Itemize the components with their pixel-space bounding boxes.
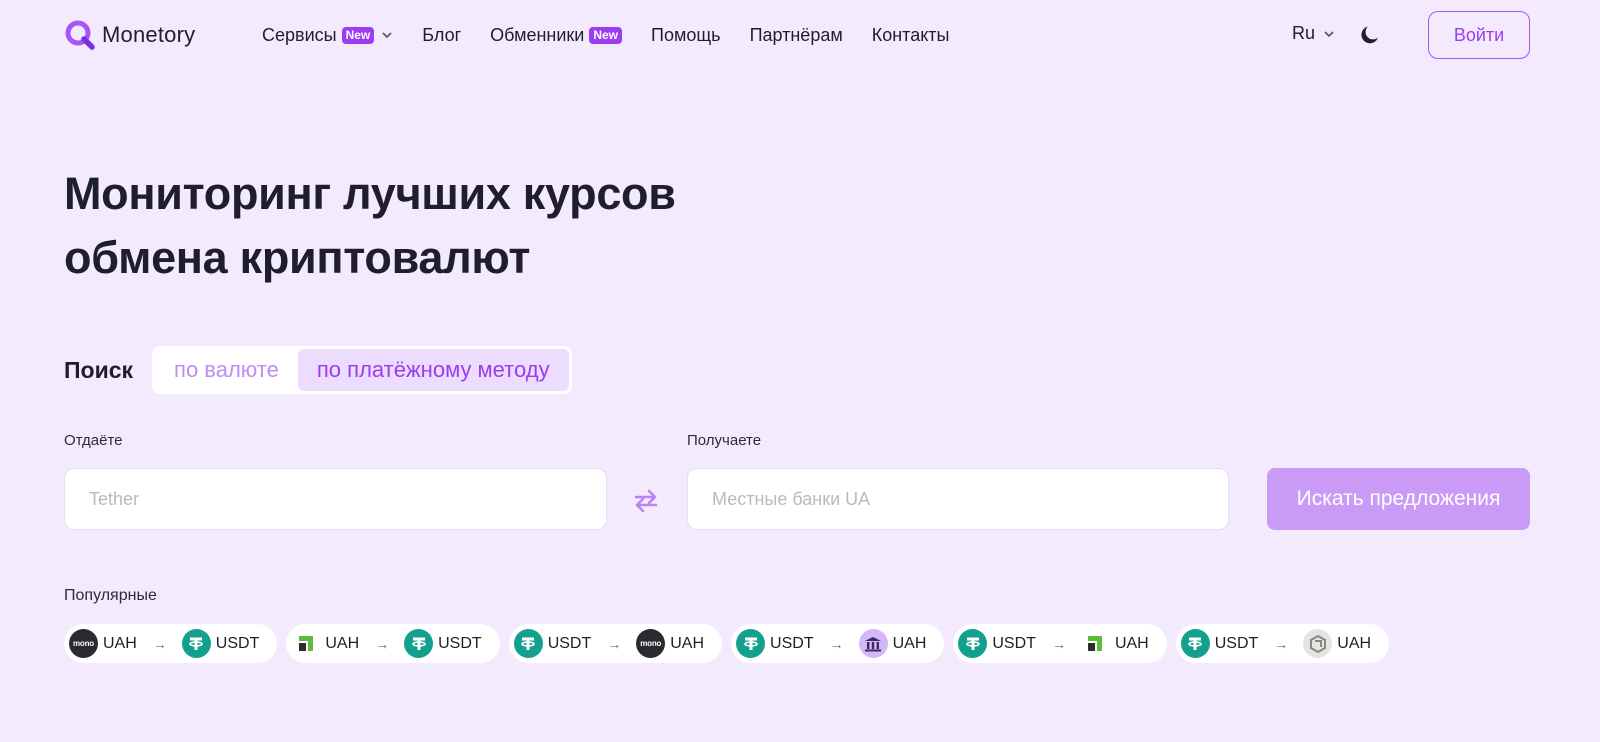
arrow-right-icon: → (829, 635, 844, 652)
header: Monetory Сервисы New Блог Обменники New … (0, 0, 1600, 72)
bank-icon (858, 629, 888, 658)
to-currency: USDT (215, 634, 260, 652)
give-placeholder: Tether (89, 488, 140, 509)
gear-bank-icon (1303, 629, 1333, 658)
to-currency: UAH (1114, 634, 1149, 652)
language-label: Ru (1292, 23, 1316, 43)
from-currency: USDT (1214, 634, 1259, 652)
main-nav: Сервисы New Блог Обменники New Помощь Па… (262, 22, 978, 48)
tether-icon (958, 629, 988, 658)
title-line-1: Мониторинг лучших курсов (64, 168, 676, 219)
popular-pair-chip[interactable]: USDT → UAH (731, 624, 945, 663)
nav-item-help[interactable]: Помощь (651, 22, 721, 48)
search-offers-button[interactable]: Искать предложения (1267, 468, 1530, 530)
login-button[interactable]: Войти (1428, 11, 1530, 59)
arrow-right-icon: → (1051, 635, 1066, 652)
privat-icon (291, 629, 320, 658)
tab-by-currency[interactable]: по валюте (155, 349, 298, 391)
give-field[interactable]: Tether (64, 468, 607, 530)
tether-icon (181, 629, 211, 658)
search-mode-toggle: по валюте по платёжному методу (152, 346, 572, 394)
nav-item-label: Помощь (651, 24, 721, 45)
nav-item-label: Сервисы (262, 24, 337, 45)
search-label: Поиск (64, 356, 134, 383)
chevron-down-icon (382, 32, 392, 39)
nav-item-exchangers[interactable]: Обменники New (490, 22, 623, 48)
nav-item-label: Партнёрам (749, 24, 843, 45)
give-label: Отдаёте (64, 432, 123, 449)
tether-icon (1180, 629, 1210, 658)
popular-label: Популярные (64, 587, 157, 604)
from-currency: UAH (325, 634, 360, 652)
to-currency: UAH (1337, 634, 1372, 652)
tab-by-payment-method[interactable]: по платёжному методу (297, 349, 569, 391)
tether-icon (736, 629, 766, 658)
from-currency: USDT (770, 634, 814, 652)
to-currency: USDT (438, 634, 482, 652)
arrow-right-icon: → (1274, 635, 1289, 652)
popular-pair-chip[interactable]: mono UAH → USDT (64, 624, 278, 663)
logo-icon (65, 20, 95, 50)
new-badge: New (341, 26, 375, 44)
from-currency: USDT (547, 634, 592, 652)
receive-placeholder: Местные банки UA (712, 488, 871, 509)
new-badge: New (589, 26, 623, 44)
popular-pairs: mono UAH → USDT UAH → USDT USDT → mono U… (64, 624, 1390, 663)
title-line-2: обмена криптовалют (64, 232, 531, 283)
chevron-down-icon (1324, 30, 1334, 37)
mono-icon: mono (69, 629, 98, 658)
arrow-right-icon: → (152, 635, 167, 652)
popular-pair-chip[interactable]: USDT → mono UAH (508, 624, 723, 663)
nav-item-partners[interactable]: Партнёрам (750, 22, 843, 48)
nav-item-contacts[interactable]: Контакты (872, 22, 950, 48)
popular-pair-chip[interactable]: UAH → USDT (286, 624, 500, 663)
nav-item-blog[interactable]: Блог (422, 22, 461, 48)
swap-icon[interactable] (631, 484, 661, 518)
privat-icon (1081, 629, 1110, 658)
nav-item-services[interactable]: Сервисы New (262, 22, 393, 48)
mono-icon: mono (636, 629, 666, 658)
search-mode-row: Поиск по валюте по платёжному методу (64, 346, 572, 394)
to-currency: UAH (892, 634, 927, 652)
from-currency: USDT (992, 634, 1036, 652)
arrow-right-icon: → (607, 635, 622, 652)
brand-name: Monetory (102, 22, 196, 47)
popular-pair-chip[interactable]: USDT → UAH (953, 624, 1167, 663)
language-selector[interactable]: Ru (1292, 23, 1335, 44)
page-title: Мониторинг лучших курсов обмена криптова… (64, 162, 764, 290)
tether-icon (513, 629, 543, 658)
popular-pair-chip[interactable]: USDT → UAH (1175, 624, 1390, 663)
nav-item-label: Контакты (871, 24, 950, 45)
nav-item-label: Обменники (490, 24, 585, 45)
receive-label: Получаете (687, 432, 762, 449)
receive-field[interactable]: Местные банки UA (687, 468, 1229, 530)
to-currency: UAH (670, 634, 705, 652)
nav-item-label: Блог (422, 24, 462, 45)
tether-icon (404, 629, 434, 658)
logo[interactable]: Monetory (64, 18, 195, 52)
from-currency: UAH (103, 634, 137, 652)
arrow-right-icon: → (375, 635, 390, 652)
moon-icon[interactable] (1358, 23, 1382, 47)
